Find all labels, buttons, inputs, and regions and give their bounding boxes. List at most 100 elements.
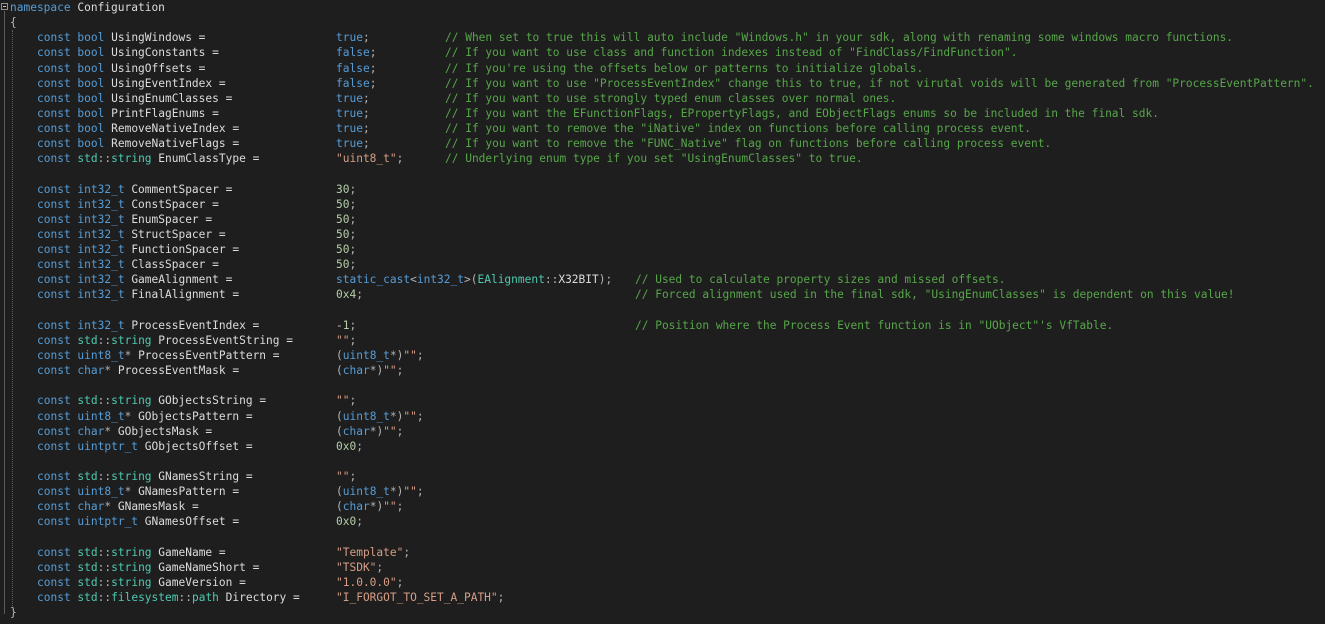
token: static_cast (336, 273, 411, 287)
code-line[interactable]: const uintptr_t GNamesOffset = 0x0; (0, 514, 1325, 529)
code-line[interactable]: const char* ProcessEventMask = (char*)""; (0, 363, 1325, 378)
code-line[interactable]: const int32_t ProcessEventIndex = -1; // P… (0, 318, 1325, 333)
token: string (111, 560, 159, 574)
token: false (336, 76, 370, 90)
code-line[interactable]: const int32_t FinalAlignment = 0x4; // For… (0, 287, 1325, 302)
token: UsingEnumClasses = (111, 91, 233, 105)
token: EAlignment (477, 273, 545, 287)
token: 50 (336, 212, 350, 226)
code-line[interactable]: const bool UsingEventIndex = false; // If … (0, 76, 1325, 91)
token: EnumSpacer = (131, 212, 213, 226)
code-line[interactable]: const bool UsingOffsets = false; // If you… (0, 61, 1325, 76)
token: ; (362, 106, 370, 120)
token: std (77, 560, 98, 574)
code-line[interactable]: const int32_t CommentSpacer = 30; (0, 182, 1325, 197)
code-line[interactable]: const std::string GameNameShort = "TSDK"; (0, 560, 1325, 575)
token: StructSpacer = (131, 227, 226, 241)
code-editor[interactable]: namespace Configuration{const bool Using… (0, 0, 1325, 624)
code-line[interactable] (0, 378, 1325, 393)
token: const (37, 106, 78, 120)
token: CommentSpacer = (131, 182, 233, 196)
code-line[interactable]: const bool UsingWindows = true; // When se… (0, 30, 1325, 45)
code-line[interactable]: const bool UsingEnumClasses = true; // If … (0, 91, 1325, 106)
token: bool (77, 31, 112, 45)
code-line[interactable]: const std::string EnumClassType = "uint8_… (0, 151, 1325, 166)
token: ; (376, 560, 384, 574)
token: ( (336, 364, 343, 378)
token: char (77, 364, 105, 378)
declaration: const uint8_t* GObjectsPattern = (37, 409, 253, 424)
token: std (77, 591, 98, 605)
token: 30 (336, 182, 350, 196)
token: uint8_t (342, 485, 390, 499)
token: :: (97, 545, 112, 559)
code-line[interactable]: const bool RemoveNativeIndex = true; // If… (0, 121, 1325, 136)
code-line[interactable]: namespace Configuration (0, 0, 1325, 15)
code-line[interactable]: const std::string GameVersion = "1.0.0.0"… (0, 575, 1325, 590)
code-comment: // Forced alignment used in the final sd… (635, 288, 1235, 302)
token: :: (97, 152, 112, 166)
declaration: const int32_t ProcessEventIndex = (37, 318, 259, 333)
token: GNamesPattern = (138, 485, 240, 499)
code-line[interactable]: const std::string GNamesString = ""; (0, 469, 1325, 484)
code-line[interactable] (0, 303, 1325, 318)
code-line[interactable] (0, 530, 1325, 545)
code-line[interactable]: } (0, 605, 1325, 620)
token: 50 (336, 243, 350, 257)
code-line[interactable]: const bool PrintFlagEnums = true; // If yo… (0, 106, 1325, 121)
code-line[interactable]: { (0, 15, 1325, 30)
token: *) (389, 409, 404, 423)
code-line[interactable]: const char* GObjectsMask = (char*)""; (0, 424, 1325, 439)
initializer-value: true; (336, 121, 370, 136)
code-line[interactable]: const int32_t FunctionSpacer = 50; (0, 242, 1325, 257)
code-line[interactable] (0, 454, 1325, 469)
token: Directory = (225, 591, 300, 605)
declaration: const std::string GameNameShort = (37, 560, 259, 575)
collapse-box-icon[interactable] (1, 3, 8, 10)
code-line[interactable]: const uint8_t* ProcessEventPattern = (uin… (0, 348, 1325, 363)
token: int32_t (77, 318, 132, 332)
token: const (37, 515, 78, 529)
code-line[interactable] (0, 166, 1325, 181)
initializer-value: true; (336, 106, 370, 121)
token: false (336, 46, 370, 60)
code-line[interactable]: const int32_t ConstSpacer = 50; (0, 197, 1325, 212)
initializer-value: 50; (336, 257, 356, 272)
code-line[interactable]: const int32_t ClassSpacer = 50; (0, 257, 1325, 272)
initializer-value: ""; (336, 333, 356, 348)
code-line[interactable]: const char* GNamesMask = (char*)""; (0, 499, 1325, 514)
code-line[interactable]: const uint8_t* GObjectsPattern = (uint8_t… (0, 409, 1325, 424)
token: GameAlignment = (131, 273, 233, 287)
code-line[interactable]: const std::string GameName = "Template"; (0, 545, 1325, 560)
code-line[interactable]: const std::string ProcessEventString = ""… (0, 333, 1325, 348)
code-line[interactable]: const int32_t EnumSpacer = 50; (0, 212, 1325, 227)
token: const (37, 122, 78, 136)
token: const (37, 288, 78, 302)
token: 50 (336, 258, 350, 272)
token: 0x4 (336, 288, 357, 302)
code-line[interactable]: const int32_t StructSpacer = 50; (0, 227, 1325, 242)
code-line[interactable]: const uint8_t* GNamesPattern = (uint8_t*)… (0, 484, 1325, 499)
code-line[interactable]: const uintptr_t GObjectsOffset = 0x0; (0, 439, 1325, 454)
declaration: const int32_t EnumSpacer = (37, 212, 212, 227)
code-line[interactable]: const bool UsingConstants = false; // If y… (0, 45, 1325, 60)
token: *) (389, 348, 404, 362)
token: const (37, 243, 78, 257)
code-line[interactable]: const int32_t GameAlignment = static_cast… (0, 272, 1325, 287)
token: const (37, 500, 78, 514)
code-line[interactable]: const std::filesystem::path Directory = "… (0, 590, 1325, 605)
token: const (37, 439, 78, 453)
token: RemoveNativeFlags = (111, 137, 240, 151)
token: ; (396, 424, 404, 438)
code-line[interactable]: const bool RemoveNativeFlags = true; // If… (0, 136, 1325, 151)
token: const (37, 46, 78, 60)
token: char (77, 424, 105, 438)
token: true (336, 122, 363, 136)
code-comment: // Position where the Process Event func… (635, 318, 1114, 332)
initializer-value: false; (336, 61, 376, 76)
code-comment: // If you want to use class and function… (445, 46, 1018, 60)
token: ProcessEventMask = (117, 364, 240, 378)
token: "I_FORGOT_TO_SET_A_PATH" (336, 591, 498, 605)
code-line[interactable]: const std::string GObjectsString = ""; (0, 393, 1325, 408)
initializer-value: 50; (336, 197, 356, 212)
